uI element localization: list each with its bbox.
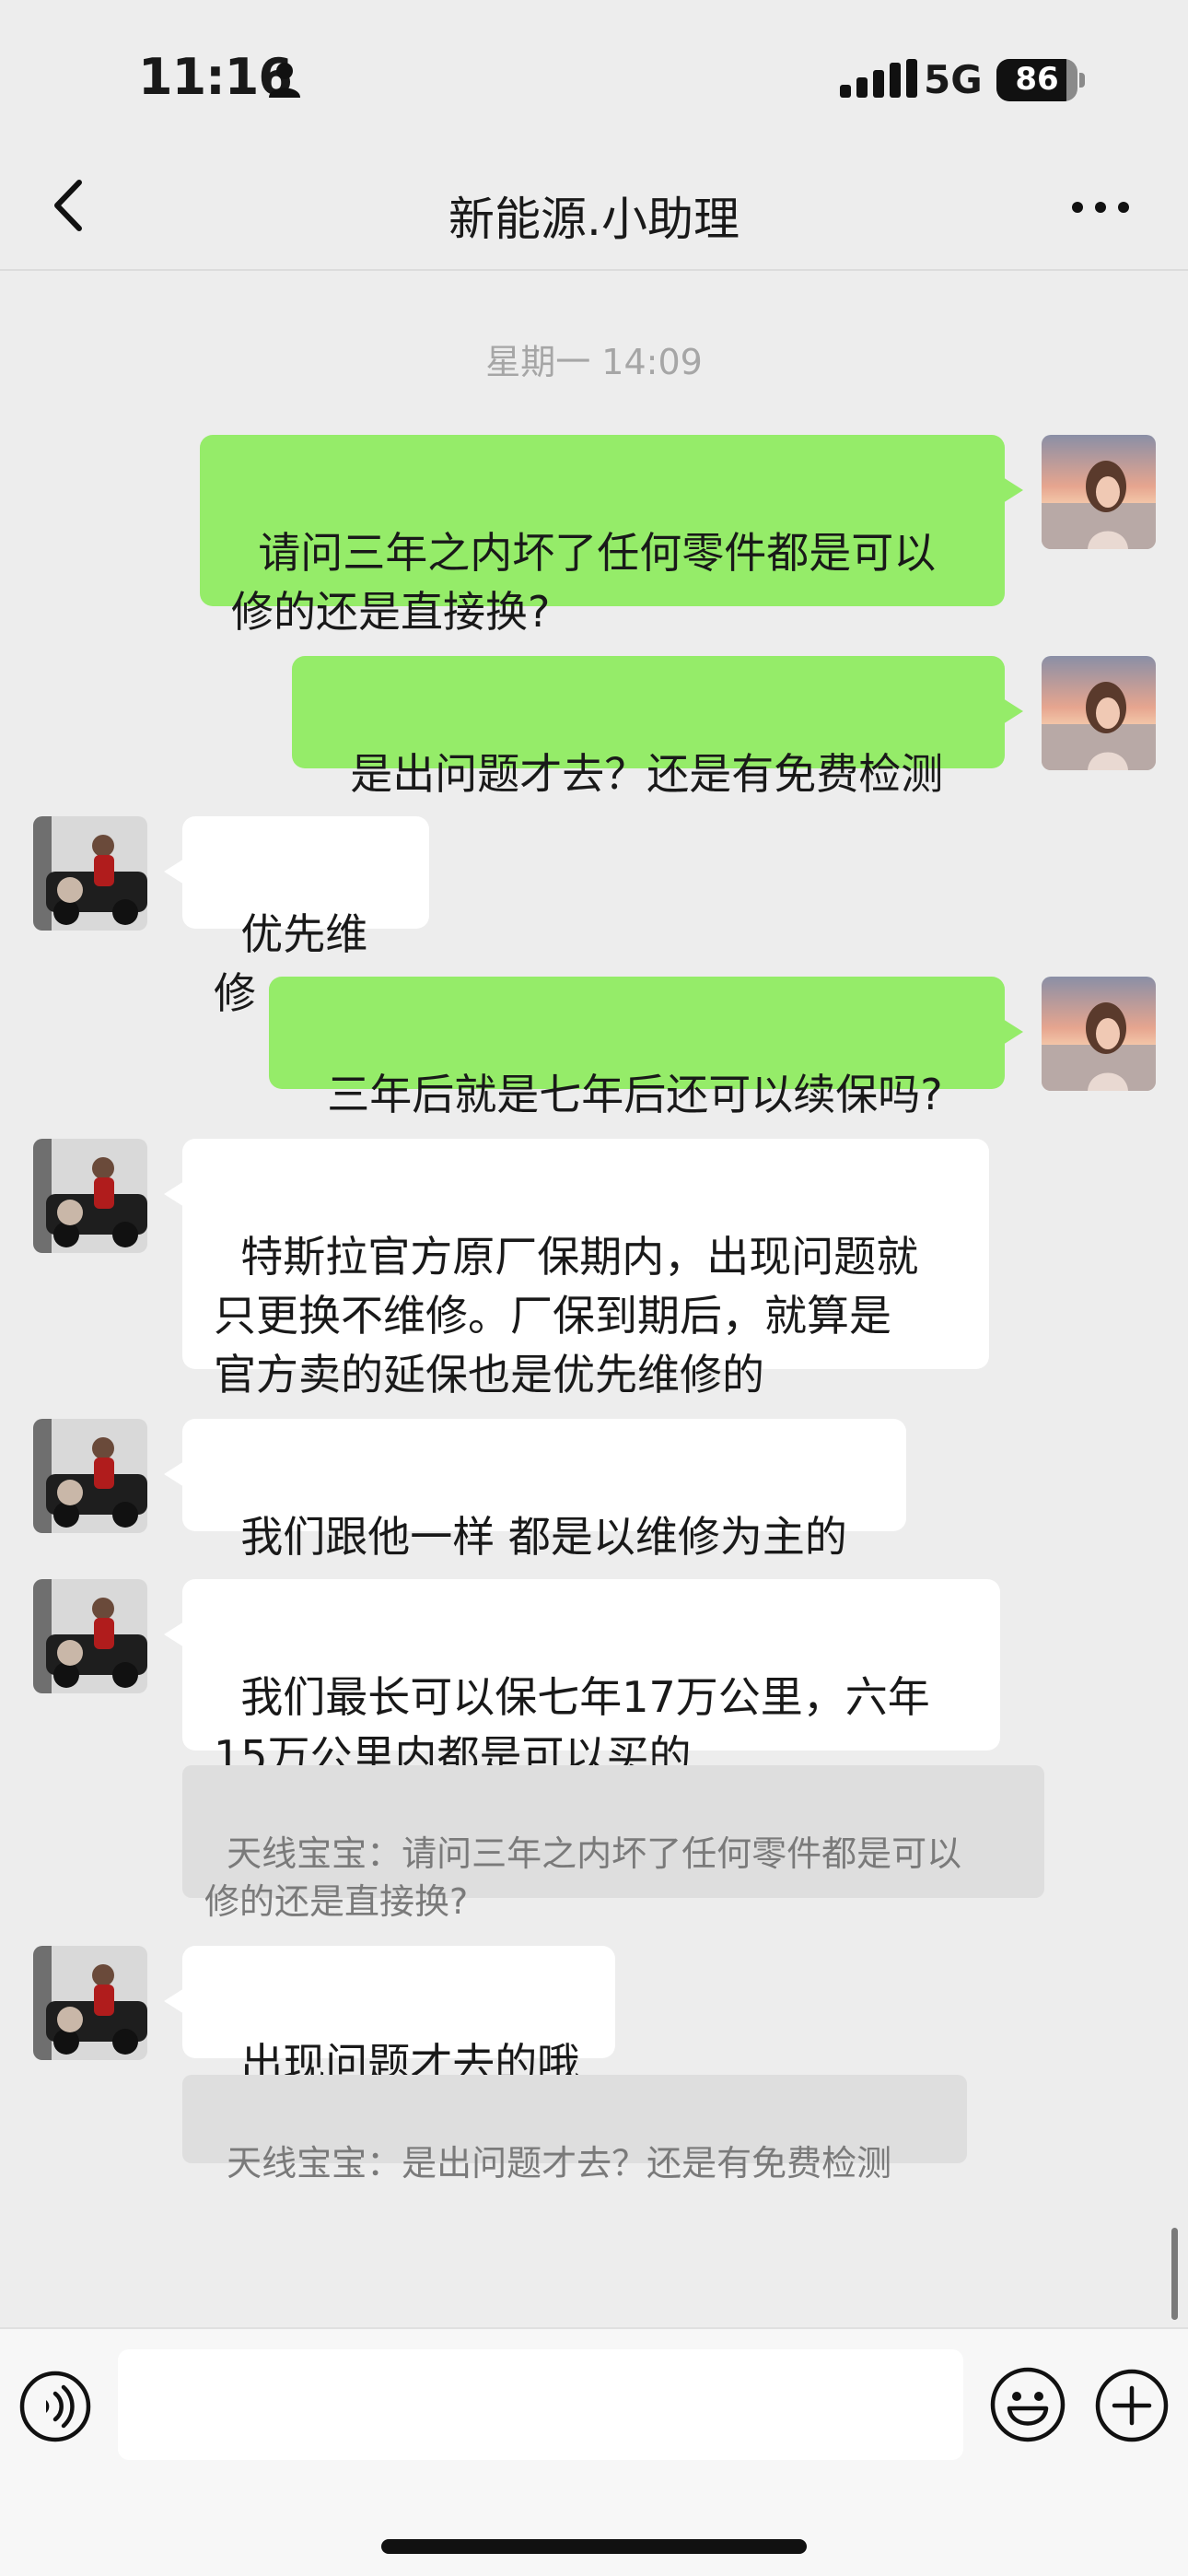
message-text: 是出问题才去？还是有免费检测 xyxy=(350,749,944,799)
message-text: 特斯拉官方原厂保期内，出现问题就 只更换不维修。厂保到期后，就算是 官方卖的延保… xyxy=(214,1232,919,1399)
network-type: 5G xyxy=(924,57,983,102)
person-icon xyxy=(269,63,300,98)
chat-title: 新能源.小助理 xyxy=(448,193,740,246)
assistant-avatar[interactable] xyxy=(33,1419,147,1533)
message-input[interactable] xyxy=(118,2349,963,2460)
received-message-bubble[interactable]: 出现问题才去的哦 xyxy=(164,1946,615,2089)
battery-icon: 86 xyxy=(996,59,1085,101)
my-avatar[interactable] xyxy=(1042,656,1156,770)
more-dots-icon[interactable] xyxy=(1068,184,1133,230)
quoted-message[interactable]: 天线宝宝：请问三年之内坏了任何零件都是可以 修的还是直接换? xyxy=(182,1765,1044,1922)
sent-message-bubble[interactable]: 三年后就是七年后还可以续保吗? xyxy=(269,977,1023,1119)
my-avatar[interactable] xyxy=(1042,977,1156,1091)
my-avatar[interactable] xyxy=(1042,435,1156,549)
quote-text: 天线宝宝：请问三年之内坏了任何零件都是可以 修的还是直接换? xyxy=(204,1833,962,1922)
plus-icon[interactable] xyxy=(1094,2368,1170,2443)
message-text: 三年后就是七年后还可以续保吗? xyxy=(327,1070,943,1119)
message-timestamp: 星期一 14:09 xyxy=(485,342,703,382)
chevron-left-icon[interactable] xyxy=(44,173,99,238)
quoted-message[interactable]: 天线宝宝：是出问题才去？还是有免费检测 xyxy=(182,2075,967,2184)
message-text: 请问三年之内坏了任何零件都是可以 修的还是直接换? xyxy=(231,528,937,637)
quote-text: 天线宝宝：是出问题才去？还是有免费检测 xyxy=(227,2143,892,2184)
battery-level: 86 xyxy=(1015,61,1059,98)
emoji-icon[interactable] xyxy=(989,2366,1066,2443)
assistant-avatar[interactable] xyxy=(33,1139,147,1253)
received-message-bubble[interactable]: 我们最长可以保七年17万公里，六年 15万公里内都是可以买的 xyxy=(164,1579,1000,1781)
received-message-bubble[interactable]: 特斯拉官方原厂保期内，出现问题就 只更换不维修。厂保到期后，就算是 官方卖的延保… xyxy=(164,1139,989,1399)
status-bar: 11:16 5G 86 xyxy=(0,0,1188,138)
sent-message-bubble[interactable]: 请问三年之内坏了任何零件都是可以 修的还是直接换? xyxy=(200,435,1023,637)
home-indicator[interactable] xyxy=(381,2539,807,2554)
nav-bar: 新能源.小助理 xyxy=(0,138,1188,271)
cellular-signal-icon xyxy=(840,59,917,98)
voice-icon[interactable] xyxy=(18,2370,92,2443)
received-message-bubble[interactable]: 优先维修 xyxy=(164,816,429,1018)
scrollbar[interactable] xyxy=(1171,2228,1178,2320)
assistant-avatar[interactable] xyxy=(33,1579,147,1693)
message-text: 我们跟他一样 都是以维修为主的 xyxy=(240,1512,847,1562)
received-message-bubble[interactable]: 我们跟他一样 都是以维修为主的 xyxy=(164,1419,906,1562)
assistant-avatar[interactable] xyxy=(33,816,147,931)
sent-message-bubble[interactable]: 是出问题才去？还是有免费检测 xyxy=(292,656,1023,799)
assistant-avatar[interactable] xyxy=(33,1946,147,2060)
